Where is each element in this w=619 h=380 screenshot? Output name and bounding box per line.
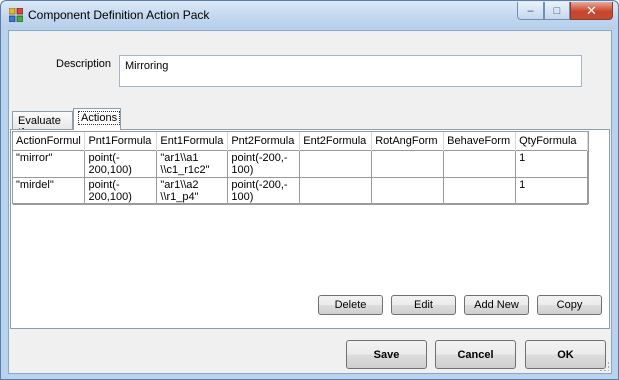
button-label: Cancel bbox=[457, 348, 494, 361]
dialog-client-area: Description Mirroring Evaluate If Action… bbox=[8, 30, 612, 374]
table-cell[interactable]: point(- 200,100) bbox=[84, 149, 158, 178]
table-cell[interactable]: 1 bbox=[515, 149, 588, 178]
table-cell[interactable] bbox=[371, 149, 445, 178]
column-header[interactable]: Pnt2Formula bbox=[227, 132, 301, 150]
add-new-button[interactable]: Add New bbox=[464, 295, 529, 315]
description-field[interactable]: Mirroring bbox=[119, 55, 582, 87]
table-row[interactable]: "mirdel" point(- 200,100) "ar1\\a2 \\r1_… bbox=[13, 176, 588, 205]
button-label: Add New bbox=[474, 299, 519, 311]
button-label: Edit bbox=[414, 299, 433, 311]
button-label: Delete bbox=[334, 299, 367, 311]
column-header[interactable]: Ent2Formula bbox=[299, 132, 373, 150]
table-row[interactable]: "mirror" point(- 200,100) "ar1\\a1 \\c1_… bbox=[13, 149, 588, 178]
save-button[interactable]: Save bbox=[346, 340, 427, 369]
table-cell[interactable] bbox=[371, 176, 445, 205]
minimize-icon: – bbox=[527, 4, 534, 17]
window-title: Component Definition Action Pack bbox=[28, 8, 210, 22]
minimize-button[interactable]: – bbox=[517, 2, 544, 20]
column-header[interactable]: RotAngForm bbox=[371, 132, 445, 150]
app-icon bbox=[9, 8, 23, 22]
column-header[interactable]: Pnt1Formula bbox=[84, 132, 158, 150]
ok-button[interactable]: OK bbox=[525, 340, 606, 369]
button-label: Copy bbox=[556, 299, 583, 311]
close-button[interactable]: ✕ bbox=[570, 2, 613, 20]
column-header[interactable]: QtyFormula bbox=[515, 132, 588, 150]
table-cell[interactable]: point(- 200,100) bbox=[84, 176, 158, 205]
column-header[interactable]: ActionFormul bbox=[13, 132, 86, 150]
table-header-row: ActionFormul Pnt1Formula Ent1Formula Pnt… bbox=[13, 132, 588, 150]
actions-table: ActionFormul Pnt1Formula Ent1Formula Pnt… bbox=[13, 132, 588, 205]
table-cell[interactable]: 1 bbox=[515, 176, 588, 205]
column-header[interactable]: BehaveForm bbox=[443, 132, 517, 150]
tab-evaluate-if[interactable]: Evaluate If bbox=[12, 111, 73, 139]
button-label: Save bbox=[373, 348, 400, 361]
table-cell[interactable]: point(-200,- 100) bbox=[227, 149, 301, 178]
cancel-button[interactable]: Cancel bbox=[435, 340, 516, 369]
actions-grid[interactable]: ActionFormul Pnt1Formula Ent1Formula Pnt… bbox=[12, 131, 589, 205]
table-cell[interactable]: "mirdel" bbox=[13, 176, 86, 205]
maximize-button[interactable]: □ bbox=[544, 2, 570, 20]
table-cell[interactable]: "ar1\\a1 \\c1_r1c2" bbox=[156, 149, 229, 178]
title-bar[interactable]: Component Definition Action Pack – □ ✕ bbox=[1, 1, 618, 29]
table-cell[interactable]: point(-200,- 100) bbox=[227, 176, 301, 205]
table-cell[interactable] bbox=[299, 176, 373, 205]
column-header[interactable]: Ent1Formula bbox=[156, 132, 229, 150]
maximize-icon: □ bbox=[553, 4, 561, 17]
edit-button[interactable]: Edit bbox=[391, 295, 456, 315]
description-label: Description bbox=[56, 58, 112, 70]
table-cell[interactable]: "ar1\\a2 \\r1_p4" bbox=[156, 176, 229, 205]
copy-button[interactable]: Copy bbox=[537, 295, 602, 315]
close-icon: ✕ bbox=[586, 2, 597, 18]
dialog-window: Component Definition Action Pack – □ ✕ D… bbox=[0, 0, 619, 380]
button-label: OK bbox=[557, 348, 574, 361]
table-cell[interactable] bbox=[443, 149, 517, 178]
tab-label: Actions bbox=[77, 111, 121, 125]
table-cell[interactable]: "mirror" bbox=[13, 149, 86, 178]
table-cell[interactable] bbox=[443, 176, 517, 205]
delete-button[interactable]: Delete bbox=[318, 295, 383, 315]
tab-actions[interactable]: Actions bbox=[73, 108, 121, 130]
table-cell[interactable] bbox=[299, 149, 373, 178]
